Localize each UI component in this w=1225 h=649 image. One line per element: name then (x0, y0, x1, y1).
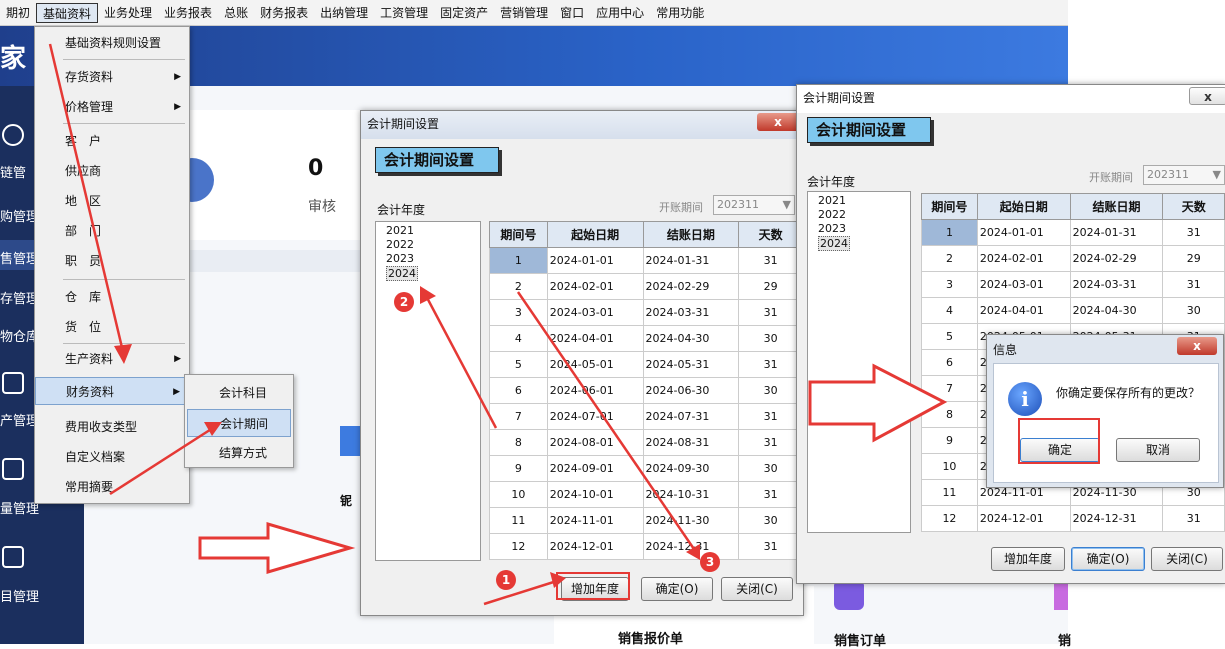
highlight-add-year (556, 572, 630, 600)
highlight-confirm-ok (1018, 418, 1100, 464)
step-badge-3: 3 (700, 552, 720, 572)
step-badge-1: 1 (496, 570, 516, 590)
step-badge-2: 2 (394, 292, 414, 312)
annotation-arrows (48, 43, 948, 606)
